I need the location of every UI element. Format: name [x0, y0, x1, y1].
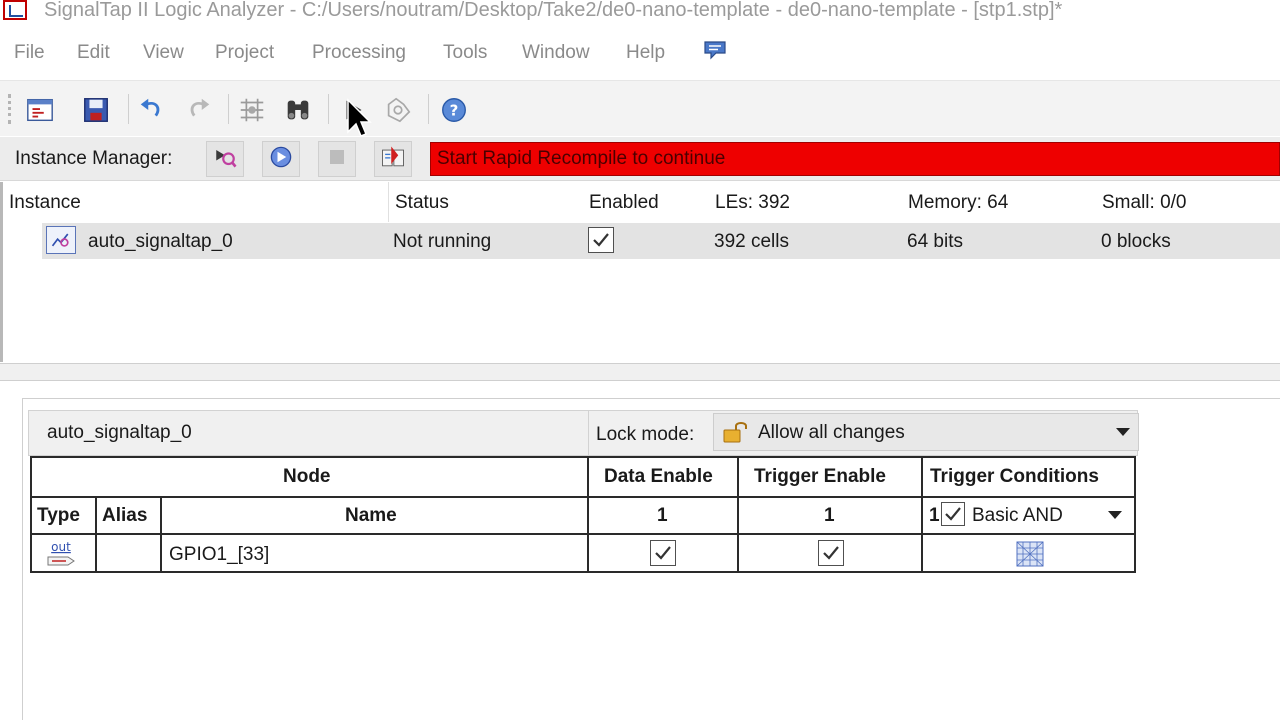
run-analysis-button[interactable] — [206, 141, 244, 177]
run-analysis-icon — [211, 143, 239, 176]
lock-mode-label: Lock mode: — [596, 424, 695, 445]
column-header-data-enable[interactable]: Data Enable — [604, 466, 713, 488]
column-header-alias[interactable]: Alias — [102, 505, 147, 527]
trigger-condition-enable-checkbox[interactable] — [941, 502, 965, 526]
read-data-button[interactable] — [374, 141, 412, 177]
instance-enabled-checkbox[interactable] — [588, 227, 614, 253]
toolbar-grip[interactable] — [8, 94, 12, 124]
menu-view[interactable]: View — [143, 42, 184, 64]
unlocked-padlock-icon — [722, 421, 750, 443]
stop-analysis-button[interactable] — [318, 141, 356, 177]
menu-tools[interactable]: Tools — [443, 42, 487, 64]
title-bar: SignalTap II Logic Analyzer - C:/Users/n… — [0, 0, 1280, 24]
redo-icon[interactable] — [182, 94, 214, 126]
autorun-icon[interactable] — [382, 94, 414, 126]
window-title: SignalTap II Logic Analyzer - C:/Users/n… — [44, 0, 1063, 21]
table-rule — [737, 456, 739, 573]
instance-manager-label: Instance Manager: — [15, 148, 173, 169]
trigger-enable-count: 1 — [824, 505, 835, 526]
menu-processing[interactable]: Processing — [312, 42, 406, 64]
column-header-les[interactable]: LEs: 392 — [715, 192, 790, 214]
toolbar-separator — [328, 94, 329, 124]
comment-icon[interactable] — [703, 40, 727, 60]
column-header-small[interactable]: Small: 0/0 — [1102, 192, 1186, 214]
column-header-type[interactable]: Type — [37, 505, 80, 527]
pane-splitter[interactable] — [0, 363, 1280, 381]
panel-edge — [0, 182, 3, 362]
column-header-trigger-conditions[interactable]: Trigger Conditions — [930, 466, 1099, 488]
header-divider — [588, 410, 589, 456]
checkmark-icon — [945, 507, 961, 521]
column-header-trigger-enable[interactable]: Trigger Enable — [754, 466, 886, 488]
mouse-cursor-icon — [346, 98, 372, 144]
checkmark-icon — [593, 233, 609, 247]
column-divider[interactable] — [388, 182, 389, 222]
table-rule — [30, 533, 1136, 535]
setup-icon[interactable] — [24, 94, 56, 126]
data-enable-checkbox[interactable] — [650, 540, 676, 566]
table-rule — [587, 456, 589, 573]
node-finder-icon[interactable] — [236, 94, 268, 126]
svg-text:?: ? — [450, 102, 459, 120]
instance-memory: 64 bits — [907, 231, 963, 252]
menu-file[interactable]: File — [14, 42, 45, 64]
column-header-instance[interactable]: Instance — [9, 192, 81, 214]
column-header-name[interactable]: Name — [345, 505, 397, 527]
instance-name[interactable]: auto_signaltap_0 — [88, 231, 233, 253]
checkmark-icon — [655, 546, 671, 560]
data-enable-count: 1 — [657, 505, 668, 526]
lock-mode-value: Allow all changes — [758, 422, 905, 443]
dont-care-pattern-icon[interactable] — [1016, 541, 1044, 567]
chevron-down-icon[interactable] — [1108, 511, 1122, 519]
help-icon[interactable]: ? — [438, 94, 470, 126]
menu-project[interactable]: Project — [215, 42, 274, 64]
trigger-condition-mode: Basic AND — [972, 505, 1063, 526]
status-message: Start Rapid Recompile to continue — [437, 148, 726, 169]
toolbar-separator — [128, 94, 129, 124]
toolbar-separator — [428, 94, 429, 124]
node-panel-instance-name: auto_signaltap_0 — [47, 422, 192, 443]
trigger-condition-index: 1 — [929, 505, 940, 526]
menu-window[interactable]: Window — [522, 42, 590, 64]
table-rule — [921, 456, 923, 573]
node-name[interactable]: GPIO1_[33] — [169, 544, 269, 566]
menu-edit[interactable]: Edit — [77, 42, 110, 64]
autorun-analysis-button[interactable] — [262, 141, 300, 177]
column-header-status[interactable]: Status — [395, 192, 449, 214]
table-rule — [30, 496, 1136, 498]
save-icon[interactable] — [80, 94, 112, 126]
instance-status: Not running — [393, 231, 492, 252]
stop-analysis-icon — [323, 143, 351, 176]
menu-help[interactable]: Help — [626, 42, 665, 64]
status-banner: Start Rapid Recompile to continue — [430, 142, 1280, 176]
binoculars-icon[interactable] — [282, 94, 314, 126]
signaltap-instance-icon — [46, 226, 76, 254]
checkmark-icon — [823, 546, 839, 560]
instance-small: 0 blocks — [1101, 231, 1171, 252]
signaltap-app-icon — [3, 0, 27, 20]
type-label: out — [51, 540, 71, 554]
instance-les: 392 cells — [714, 231, 789, 252]
trigger-enable-checkbox[interactable] — [818, 540, 844, 566]
chevron-down-icon[interactable] — [1116, 428, 1130, 436]
toolbar-separator — [228, 94, 229, 124]
read-data-icon — [379, 143, 407, 176]
menu-bar: File Edit View Project Processing Tools … — [0, 36, 1280, 68]
output-pin-icon: out — [44, 540, 80, 568]
autorun-analysis-icon — [267, 143, 295, 176]
undo-icon[interactable] — [136, 94, 168, 126]
column-header-memory[interactable]: Memory: 64 — [908, 192, 1008, 214]
column-header-node[interactable]: Node — [283, 466, 331, 488]
column-header-enabled[interactable]: Enabled — [589, 192, 659, 214]
